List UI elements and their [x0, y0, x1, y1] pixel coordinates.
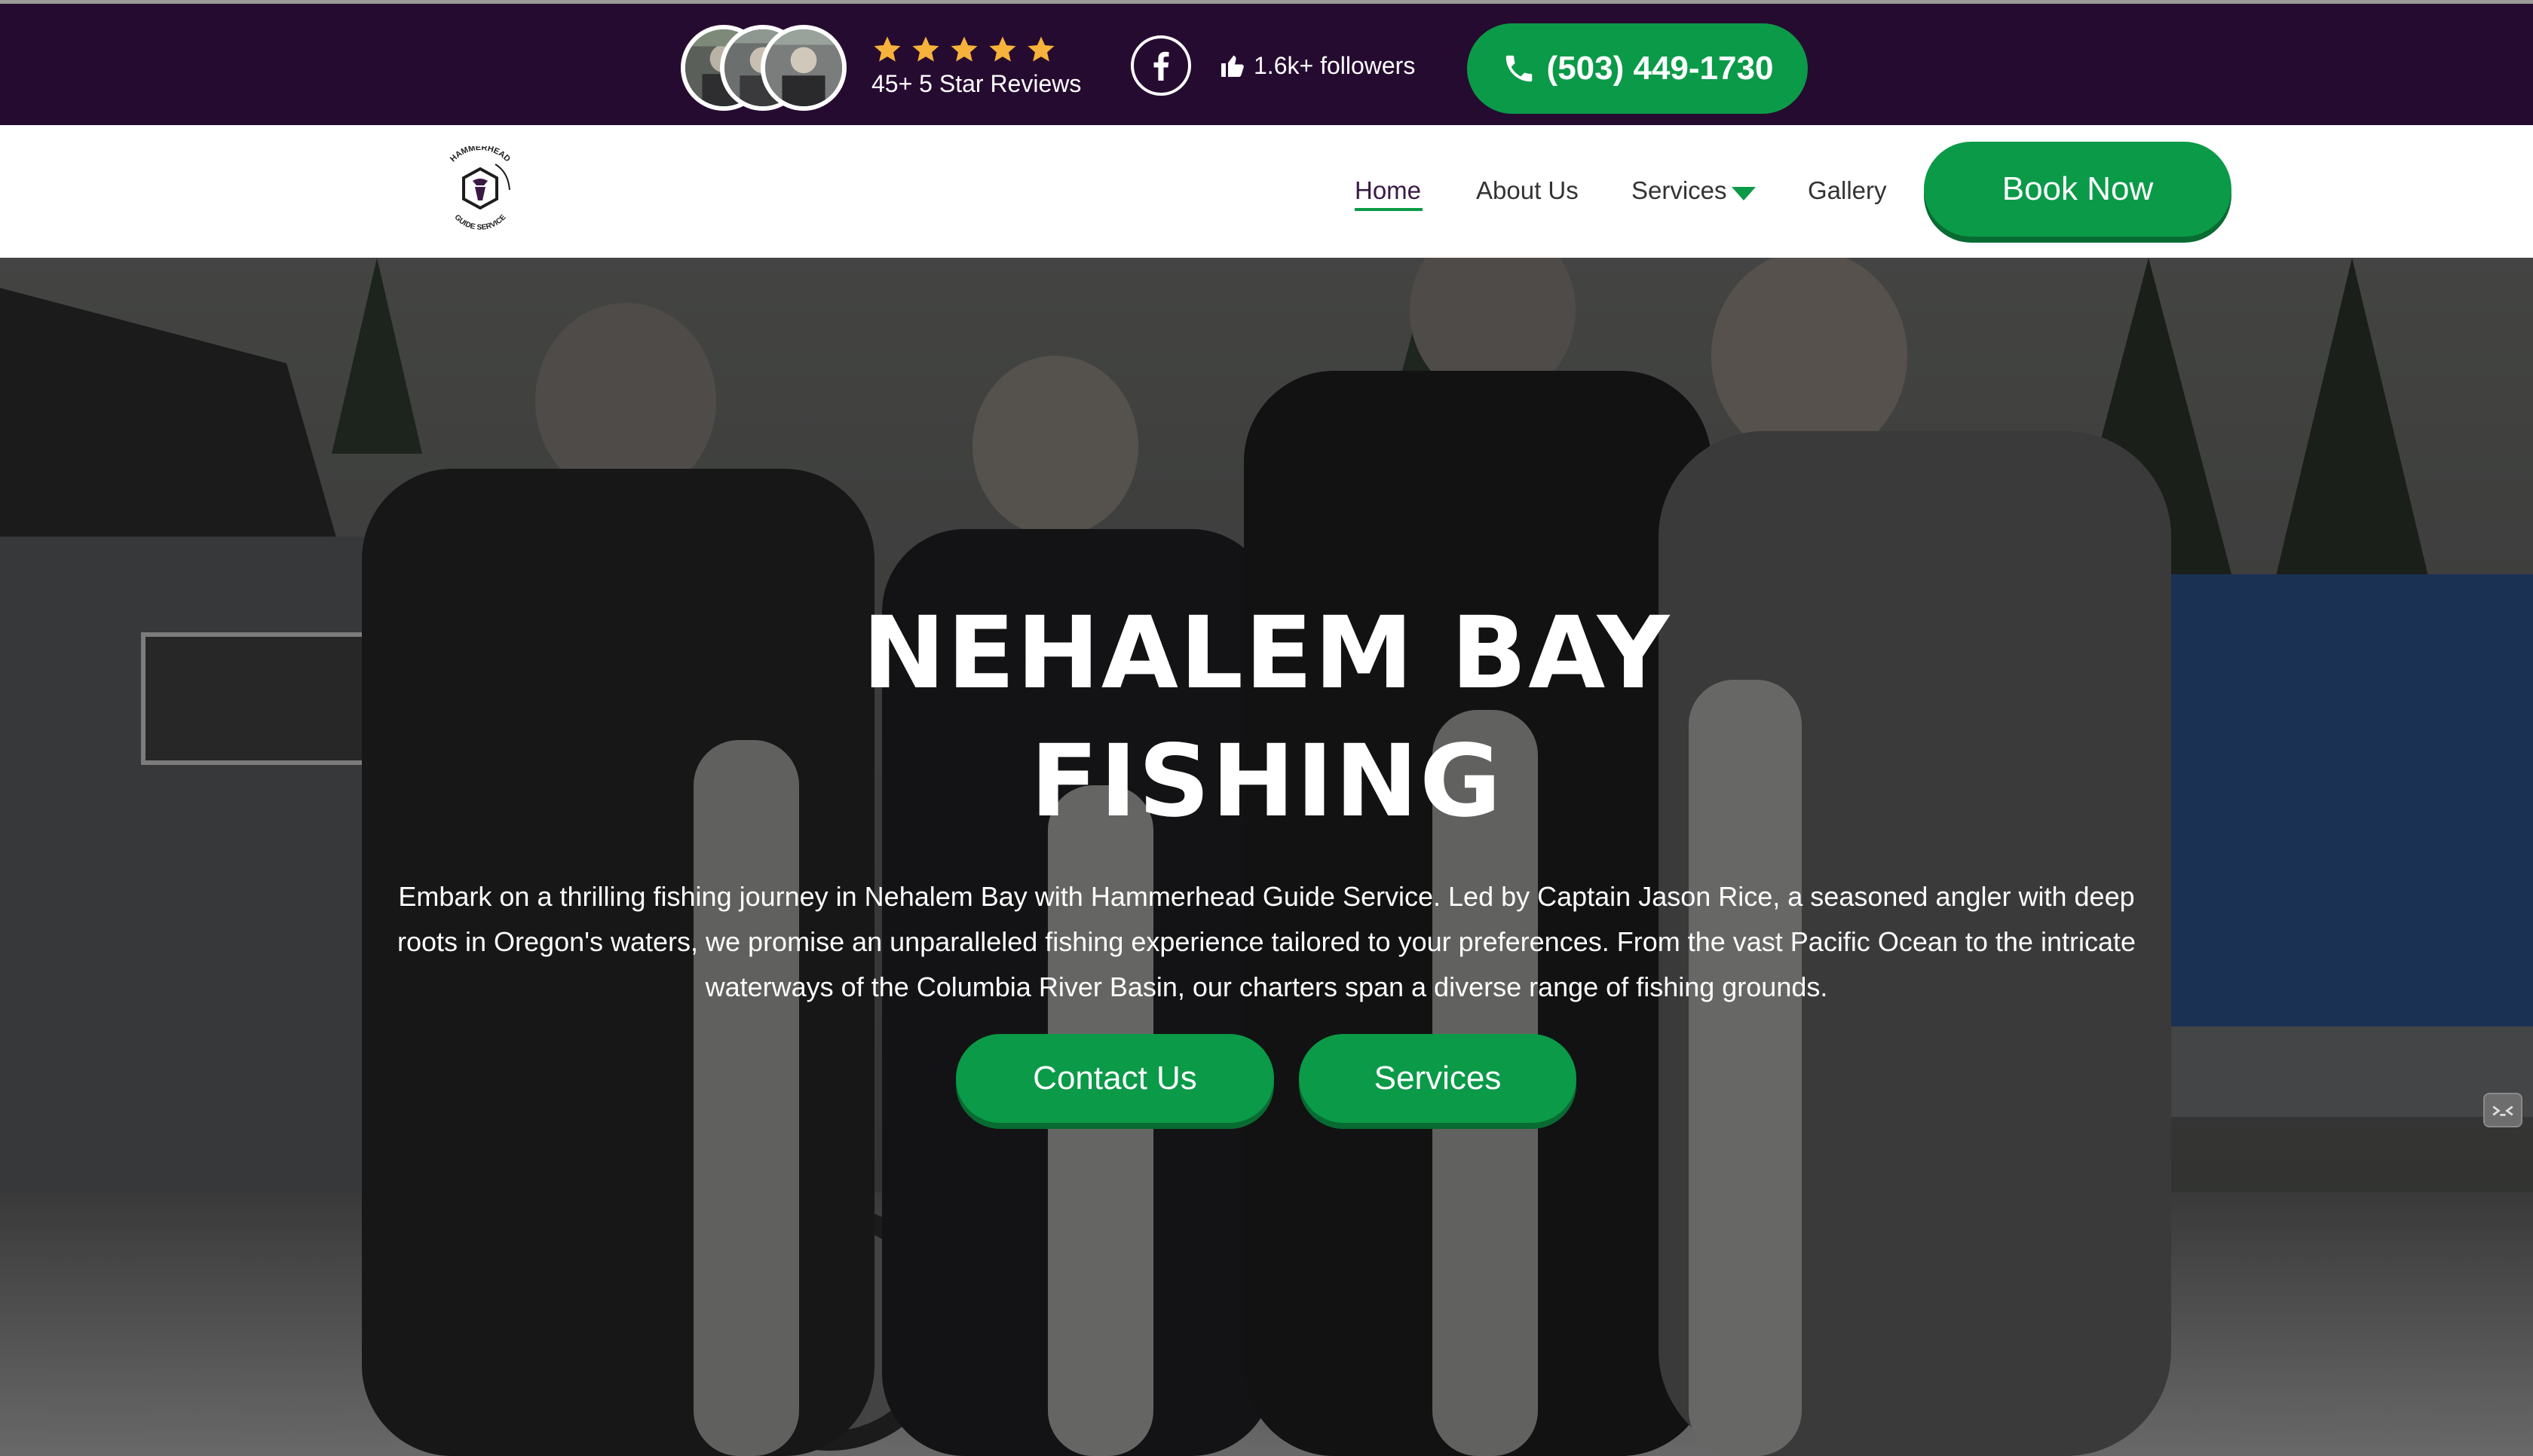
page-widget-icon[interactable]: [2483, 1093, 2522, 1127]
services-button[interactable]: Services: [1299, 1034, 1576, 1123]
chevron-down-icon[interactable]: [1732, 187, 1756, 200]
reviewer-avatars: [681, 25, 847, 111]
nav-gallery[interactable]: Gallery: [1808, 176, 1887, 205]
main-nav: HAMMERHEAD GUIDE SERVICE Home About Us S…: [0, 125, 2533, 258]
top-bar: 45+ 5 Star Reviews 1.6k+ followers (503)…: [0, 0, 2533, 125]
star-icon: [989, 36, 1016, 62]
svg-text:HAMMERHEAD: HAMMERHEAD: [449, 146, 512, 164]
site-logo[interactable]: HAMMERHEAD GUIDE SERVICE: [431, 146, 529, 237]
star-icon: [951, 36, 978, 62]
phone-icon: [1505, 55, 1532, 82]
logo-text-top: HAMMERHEAD: [449, 146, 512, 164]
hero-title-line-1: NEHALEM BAY: [862, 595, 1671, 711]
contact-us-button[interactable]: Contact Us: [956, 1034, 1274, 1123]
hero-title-line-2: FISHING: [1030, 723, 1503, 840]
followers-count: 1.6k+ followers: [1254, 52, 1416, 79]
hero-title: NEHALEM BAY FISHING: [588, 589, 1945, 846]
phone-number: (503) 449-1730: [1546, 50, 1774, 87]
star-icon: [912, 36, 939, 62]
nav-home[interactable]: Home: [1355, 176, 1421, 205]
svg-text:GUIDE SERVICE: GUIDE SERVICE: [453, 213, 508, 232]
thumbs-up-icon: [1221, 55, 1244, 77]
star-icon: [874, 36, 901, 62]
hero-dark-overlay: [0, 258, 2533, 1456]
reviewer-avatar: [761, 25, 847, 111]
nav-services[interactable]: Services: [1631, 176, 1727, 205]
facebook-icon: [1153, 51, 1169, 81]
reviews-count-text[interactable]: 45+ 5 Star Reviews: [871, 70, 1081, 98]
hero-section: NEHALEM BAY FISHING Embark on a thrillin…: [0, 258, 2533, 1456]
hero-description: Embark on a thrilling fishing journey in…: [397, 881, 2136, 1002]
star-rating: [871, 34, 1057, 67]
active-indicator: [1355, 208, 1423, 211]
logo-text-bottom: GUIDE SERVICE: [453, 213, 508, 232]
nav-about-us[interactable]: About Us: [1476, 176, 1579, 205]
star-icon: [1028, 36, 1055, 62]
phone-call-button[interactable]: (503) 449-1730: [1467, 23, 1808, 114]
book-now-button[interactable]: Book Now: [1924, 142, 2231, 237]
facebook-link[interactable]: [1131, 35, 1191, 96]
